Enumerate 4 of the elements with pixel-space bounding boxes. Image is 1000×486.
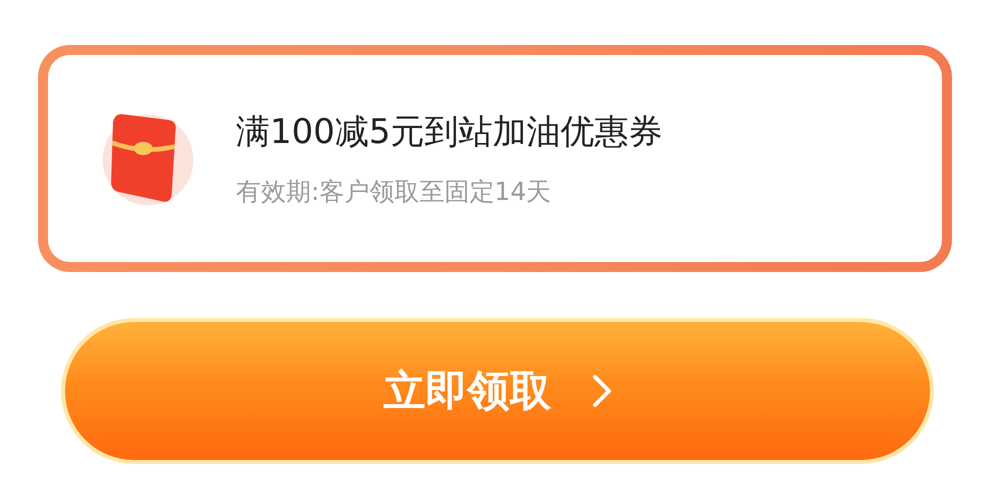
chevron-right-icon: [592, 374, 612, 408]
coupon-title: 满100减5元到站加油优惠券: [236, 111, 663, 154]
validity-text: 有效期:客户领取至固定14天: [236, 176, 552, 208]
claim-button[interactable]: 立即领取: [65, 322, 930, 460]
